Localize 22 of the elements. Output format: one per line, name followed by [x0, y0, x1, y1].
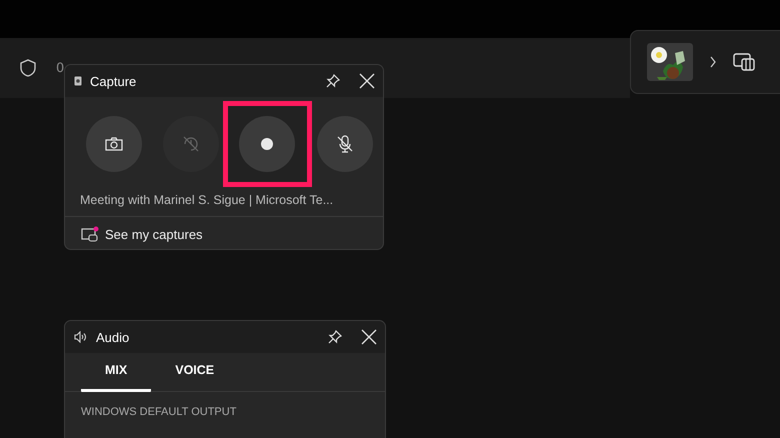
capture-icon — [74, 76, 82, 86]
close-icon[interactable] — [359, 73, 375, 89]
gallery-icon — [81, 226, 99, 242]
top-bar-text: 0 — [56, 60, 64, 76]
audio-tab[interactable]: VOICE — [155, 353, 234, 392]
see-captures-link[interactable]: See my captures — [81, 226, 203, 242]
panel-title: Capture — [90, 74, 136, 88]
widgets-icon[interactable] — [733, 53, 755, 71]
speaker-icon — [74, 331, 88, 343]
record-icon — [261, 138, 274, 150]
capture-target-text: Meeting with Marinel S. Sigue | Microsoft Te... — [79, 192, 334, 209]
mic-off-icon — [336, 135, 354, 153]
audio-tab[interactable]: MIX — [81, 353, 152, 392]
camera-icon — [105, 137, 124, 151]
history-off-icon — [182, 135, 200, 153]
close-icon[interactable] — [361, 329, 377, 345]
pin-icon[interactable] — [325, 73, 341, 89]
chevron-right-icon[interactable] — [709, 56, 717, 68]
shield-icon[interactable] — [20, 59, 36, 77]
panel-title: Audio — [96, 330, 130, 344]
section-heading: WINDOWS DEFAULT OUTPUT — [80, 405, 238, 420]
pin-icon[interactable] — [327, 329, 343, 345]
